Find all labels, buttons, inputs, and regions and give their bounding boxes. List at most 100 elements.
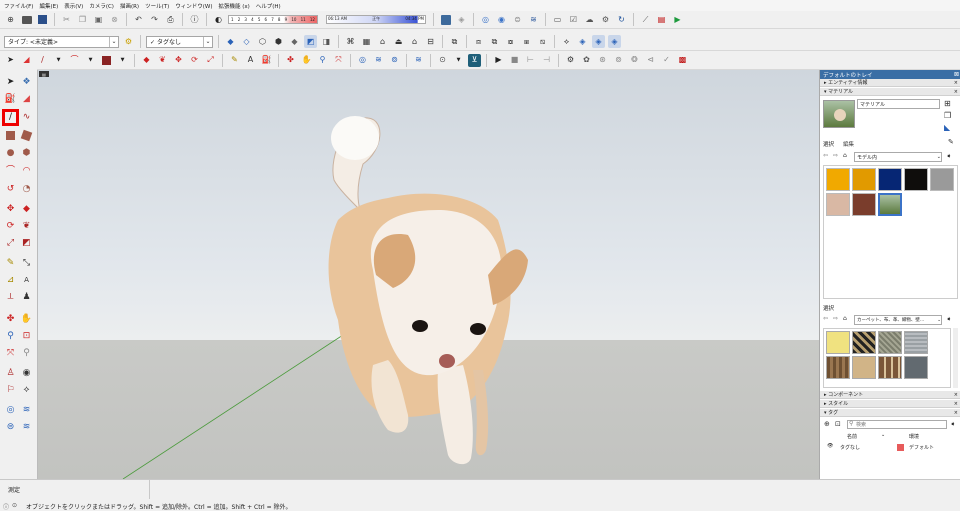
details-arrow-icon[interactable]: ➧ <box>950 420 956 428</box>
checkbox-icon[interactable]: ☑ <box>567 13 580 26</box>
close-icon[interactable]: × <box>954 89 958 95</box>
line-icon[interactable]: ∕ <box>36 54 49 67</box>
dimension-tool-icon[interactable]: ⤡ <box>20 257 33 270</box>
material-swatch[interactable] <box>826 193 850 216</box>
right-view-icon[interactable]: ⏏ <box>392 35 405 48</box>
text-icon[interactable]: A <box>244 54 257 67</box>
menu-help[interactable]: ヘルプ(H) <box>256 2 281 10</box>
material-name-field[interactable]: マテリアル <box>857 99 940 109</box>
material-swatch[interactable] <box>878 168 902 191</box>
tag-search-input[interactable]: 検索 <box>847 420 947 429</box>
close-icon[interactable]: × <box>954 410 958 416</box>
position-camera-tool-icon[interactable]: ♙ <box>4 367 17 380</box>
geo-location-status-icon[interactable]: ⓘ <box>3 502 9 511</box>
close-icon[interactable]: × <box>954 401 958 407</box>
sandbox-from-contours-icon[interactable]: ◎ <box>356 54 369 67</box>
monochrome-icon[interactable]: ◨ <box>320 35 333 48</box>
text-tool-icon[interactable]: A <box>20 274 33 287</box>
rotated-rectangle-tool-icon[interactable] <box>20 129 33 142</box>
rotate-icon[interactable]: ⟳ <box>188 54 201 67</box>
solid-split-icon[interactable]: ⧅ <box>536 35 549 48</box>
tag-select[interactable]: ✓ タグなし ⌄ <box>146 35 213 48</box>
select-icon[interactable]: ➤ <box>4 54 17 67</box>
gear-icon[interactable]: ⚙ <box>564 54 577 67</box>
back-edges-icon[interactable]: ◇ <box>240 35 253 48</box>
arc-tool-icon[interactable]: ⌒ <box>4 165 17 178</box>
open-icon[interactable] <box>20 13 33 26</box>
solid-intersect-icon[interactable]: ⧇ <box>504 35 517 48</box>
three-point-arc-tool-icon[interactable]: ↺ <box>4 183 17 196</box>
texture-swatch[interactable] <box>852 356 876 379</box>
tab-edit[interactable]: 編集 <box>843 140 854 148</box>
line-tool-icon[interactable]: ∕ <box>2 109 19 126</box>
pan-tool-icon[interactable]: ✋ <box>20 313 33 326</box>
texture-scrollbar[interactable] <box>953 328 958 388</box>
top-view-icon[interactable]: ▦ <box>360 35 373 48</box>
component-options-icon[interactable]: ⊛ <box>596 54 609 67</box>
solid-trim-icon[interactable]: ⧆ <box>520 35 533 48</box>
menu-window[interactable]: ウィンドウ(W) <box>175 2 212 10</box>
sandbox-icon[interactable]: ◎ <box>479 13 492 26</box>
tag-row[interactable]: 👁 タグなし デフォルト <box>823 443 957 452</box>
section-plane-icon[interactable]: ⧉ <box>448 35 461 48</box>
zoom-extents-tool-icon[interactable]: ⤧ <box>4 347 17 360</box>
push-pull-tool-icon[interactable]: ◆ <box>20 203 33 216</box>
cloud-icon[interactable]: ☁ <box>583 13 596 26</box>
share-model-icon[interactable]: ◈ <box>455 13 468 26</box>
look-around-tool-icon[interactable]: ◉ <box>20 367 33 380</box>
tag-color-swatch[interactable] <box>897 444 904 451</box>
solid-subtract-icon[interactable]: ⧉ <box>488 35 501 48</box>
section-cut-icon[interactable]: ⟡ <box>560 35 573 48</box>
dropdown-arrow-icon[interactable]: ▼ <box>84 54 97 67</box>
material-swatch[interactable] <box>852 168 876 191</box>
section-planes-icon[interactable]: ◈ <box>608 35 621 48</box>
material-swatch-selected[interactable] <box>878 193 902 216</box>
pie-tool-icon[interactable]: ◔ <box>20 183 33 196</box>
polygon-tool-icon[interactable]: ⬢ <box>20 147 33 160</box>
walk-tool-icon[interactable]: ⚐ <box>4 384 17 397</box>
prev-scene-icon[interactable]: ⊢ <box>524 54 537 67</box>
dropdown-arrow-icon[interactable]: ▼ <box>452 54 465 67</box>
checkmark-icon[interactable]: ✓ <box>660 54 673 67</box>
styles-section[interactable]: ▸ スタイル × <box>820 400 960 408</box>
texture-swatch[interactable] <box>904 331 928 354</box>
components-section[interactable]: ▸ コンポーネント × <box>820 391 960 399</box>
push-pull-icon[interactable]: ◆ <box>140 54 153 67</box>
column-color-header[interactable]: 環境 <box>909 433 919 440</box>
copy-icon[interactable]: ❐ <box>76 13 89 26</box>
eye-icon[interactable]: 👁 <box>827 443 833 449</box>
xray-icon[interactable]: ◆ <box>224 35 237 48</box>
warehouse-icon[interactable] <box>439 13 452 26</box>
close-icon[interactable]: × <box>954 392 958 398</box>
print-icon[interactable]: ⎙ <box>164 13 177 26</box>
menu-edit[interactable]: 編集(E) <box>39 2 58 10</box>
paste-icon[interactable]: ▣ <box>92 13 105 26</box>
rectangle-icon[interactable] <box>100 54 113 67</box>
home-icon[interactable]: ⌂ <box>843 315 847 322</box>
rotate-tool-icon[interactable]: ⟳ <box>4 220 17 233</box>
details-arrow-icon[interactable]: ➧ <box>946 315 952 323</box>
sandbox-contours-tool-icon[interactable]: ◎ <box>4 404 17 417</box>
cut-icon[interactable]: ✂ <box>60 13 73 26</box>
rectangle-tool-icon[interactable] <box>4 129 17 142</box>
display-secondary-pane-icon[interactable]: ⊞ <box>944 99 951 108</box>
menu-draw[interactable]: 描画(R) <box>120 2 139 10</box>
layer-manager-icon[interactable]: ⚙ <box>122 35 135 48</box>
default-material-icon[interactable]: ◣ <box>944 123 950 132</box>
stop-icon[interactable]: ■ <box>508 54 521 67</box>
undo-icon[interactable]: ↶ <box>132 13 145 26</box>
follow-me-icon[interactable]: ❦ <box>156 54 169 67</box>
tab-select[interactable]: 選択 <box>823 140 834 148</box>
two-point-arc-tool-icon[interactable]: ◠ <box>20 165 33 178</box>
shadow-toggle-icon[interactable]: ◐ <box>212 13 225 26</box>
menu-tools[interactable]: ツール(T) <box>145 2 169 10</box>
dropdown-arrow-icon[interactable]: ▼ <box>116 54 129 67</box>
make-component-icon[interactable]: ❖ <box>20 76 33 89</box>
library-select[interactable]: モデル内 ⌄ <box>854 152 942 162</box>
menu-extensions[interactable]: 拡張機能 (x) <box>218 2 249 10</box>
entity-info-section[interactable]: ▸ エンティティ情報 × <box>820 79 960 87</box>
credits-icon[interactable]: ⊙ <box>12 502 17 509</box>
sandbox-contours-icon[interactable]: ◉ <box>495 13 508 26</box>
material-swatch[interactable] <box>930 168 954 191</box>
scenes-icon[interactable]: ⊻ <box>468 53 481 67</box>
